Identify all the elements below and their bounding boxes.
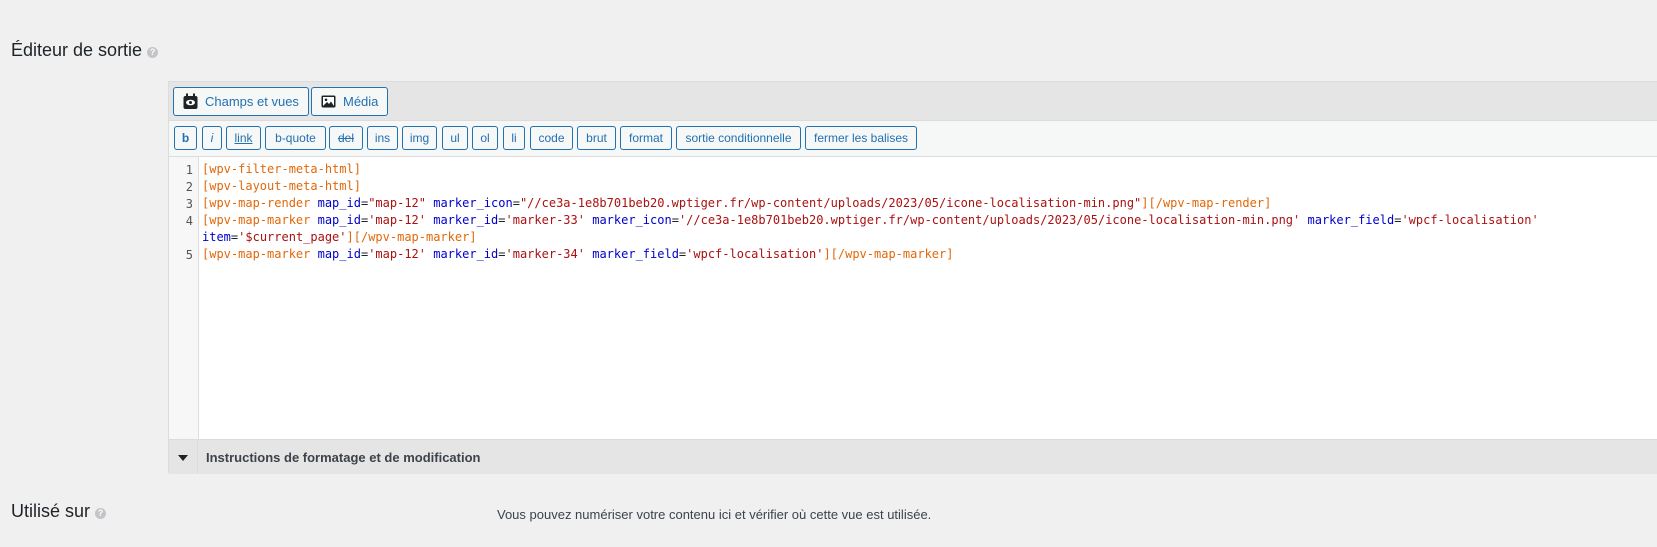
quicktag-b-button[interactable]: b xyxy=(174,126,197,150)
used-on-title: Utilisé sur ? xyxy=(11,501,107,522)
line-number: 2 xyxy=(185,180,193,194)
code-line-2: [wpv-layout-meta-html] xyxy=(202,178,361,195)
formatting-instructions-panel[interactable]: Instructions de formatage et de modifica… xyxy=(169,439,1657,474)
code-line-1: [wpv-filter-meta-html] xyxy=(202,161,361,178)
quicktag-close-tags-button[interactable]: fermer les balises xyxy=(805,126,917,150)
code-token: map_id xyxy=(317,247,361,261)
quicktag-link-button[interactable]: link xyxy=(226,126,261,150)
quicktags-toolbar: b i link b-quote del ins img ul ol li co… xyxy=(169,121,1657,157)
output-editor: Champs et vues Média b i link b-quote de… xyxy=(168,81,1657,474)
help-icon[interactable]: ? xyxy=(147,47,159,58)
instructions-label: Instructions de formatage et de modifica… xyxy=(206,450,481,465)
code-token: 'wpcf-localisation' xyxy=(686,247,824,261)
code-token: item xyxy=(202,230,231,244)
line-number: 1 xyxy=(185,163,193,177)
fields-and-views-label: Champs et vues xyxy=(205,94,299,109)
quicktag-del-label: del xyxy=(337,131,354,145)
line-number: 3 xyxy=(185,197,193,211)
code-line-3: [wpv-map-render map_id="map-12" marker_i… xyxy=(202,196,1272,210)
output-editor-title: Éditeur de sortie ? xyxy=(11,40,159,61)
code-token: marker_icon xyxy=(592,213,672,227)
code-token: 'map-12' xyxy=(368,247,426,261)
media-icon xyxy=(321,95,336,108)
code-line-5: [wpv-map-marker map_id='map-12' marker_i… xyxy=(202,247,954,261)
quicktag-code-button[interactable]: code xyxy=(530,126,573,150)
code-token: [wpv-filter-meta-html] xyxy=(202,162,361,176)
quicktag-conditional-output-button[interactable]: sortie conditionnelle xyxy=(676,126,801,150)
code-token: ][/wpv-map-marker] xyxy=(823,247,954,261)
code-token: ][/wpv-map-render] xyxy=(1141,196,1272,210)
code-token: marker_id xyxy=(433,247,499,261)
media-label: Média xyxy=(343,94,379,109)
code-token: 'marker-33' xyxy=(505,213,585,227)
line-number: 5 xyxy=(185,248,193,262)
code-token: "//ce3a-1e8b701beb20.wptiger.fr/wp-conte… xyxy=(519,196,1142,210)
code-token: '$current_page' xyxy=(238,230,347,244)
quicktag-li-button[interactable]: li xyxy=(503,126,525,150)
code-token: map_id xyxy=(317,196,361,210)
quicktag-ol-button[interactable]: ol xyxy=(472,126,498,150)
quicktag-brut-button[interactable]: brut xyxy=(577,126,616,150)
code-line-4-wrap: item='$current_page'][/wpv-map-marker] xyxy=(202,230,477,244)
code-token: [wpv-map-marker xyxy=(202,213,311,227)
code-token: marker_id xyxy=(433,213,499,227)
used-on-title-text: Utilisé sur xyxy=(11,501,91,521)
line-number-gutter: 1 2 3 4 5 xyxy=(169,157,199,439)
output-editor-title-text: Éditeur de sortie xyxy=(11,40,143,60)
quicktag-format-button[interactable]: format xyxy=(620,126,672,150)
code-editor[interactable]: 1 2 3 4 5 [wpv-filter-meta-html] [wpv-la… xyxy=(169,157,1657,439)
fields-and-views-button[interactable]: Champs et vues xyxy=(173,87,309,116)
quicktag-ins-button[interactable]: ins xyxy=(367,126,398,150)
code-token: [wpv-layout-meta-html] xyxy=(202,179,361,193)
quicktag-img-button[interactable]: img xyxy=(402,126,437,150)
media-button[interactable]: Média xyxy=(311,87,389,116)
code-line-4: [wpv-map-marker map_id='map-12' marker_i… xyxy=(202,213,1539,227)
code-token: marker_icon xyxy=(433,196,513,210)
code-token: marker_field xyxy=(1307,213,1395,227)
code-token: map_id xyxy=(317,213,361,227)
quicktag-bquote-button[interactable]: b-quote xyxy=(265,126,326,150)
line-number: 4 xyxy=(185,214,193,228)
code-token: ][/wpv-map-marker] xyxy=(346,230,477,244)
caret-down-icon xyxy=(178,448,188,466)
quicktag-ul-button[interactable]: ul xyxy=(442,126,468,150)
editor-toolbar: Champs et vues Média xyxy=(169,82,1657,121)
code-token: "map-12" xyxy=(368,196,426,210)
code-token: 'wpcf-localisation' xyxy=(1401,213,1539,227)
toolset-icon xyxy=(183,93,198,110)
code-token: [wpv-map-marker xyxy=(202,247,311,261)
code-token: 'map-12' xyxy=(368,213,426,227)
code-token: [wpv-map-render xyxy=(202,196,311,210)
code-token: '//ce3a-1e8b701beb20.wptiger.fr/wp-conte… xyxy=(678,213,1301,227)
code-token: 'marker-34' xyxy=(505,247,585,261)
help-icon[interactable]: ? xyxy=(95,508,107,519)
used-on-description: Vous pouvez numériser votre contenu ici … xyxy=(497,507,932,522)
quicktag-i-button[interactable]: i xyxy=(202,126,222,150)
code-token: marker_field xyxy=(592,247,679,261)
instructions-toggle[interactable] xyxy=(169,440,198,474)
quicktag-link-label: link xyxy=(234,131,253,145)
quicktag-del-button[interactable]: del xyxy=(329,126,363,150)
